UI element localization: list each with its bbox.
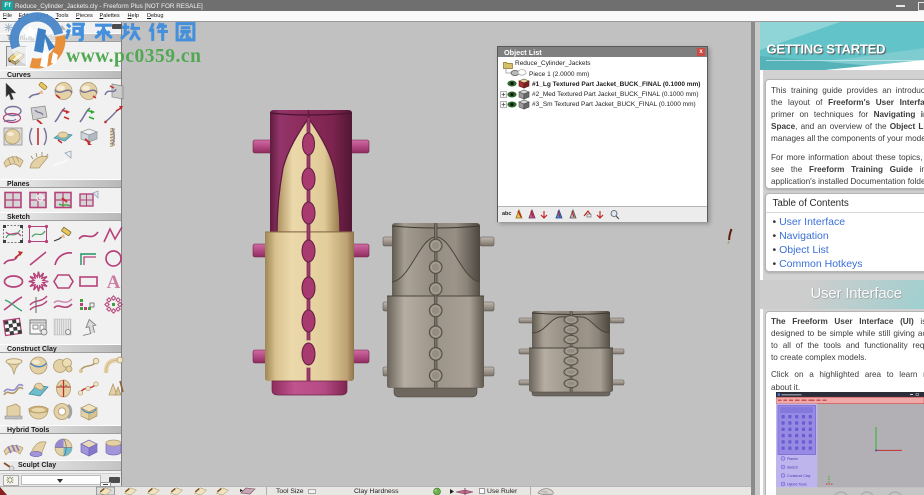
svg-text:Sketch: Sketch — [787, 465, 798, 469]
svg-text:A: A — [107, 272, 121, 292]
svg-text:Construct Clay: Construct Clay — [787, 474, 811, 478]
svg-text:Hybrid Tools: Hybrid Tools — [787, 482, 807, 486]
svg-text:GETTING STARTED: GETTING STARTED — [766, 41, 885, 56]
svg-text:Planes: Planes — [787, 457, 798, 461]
